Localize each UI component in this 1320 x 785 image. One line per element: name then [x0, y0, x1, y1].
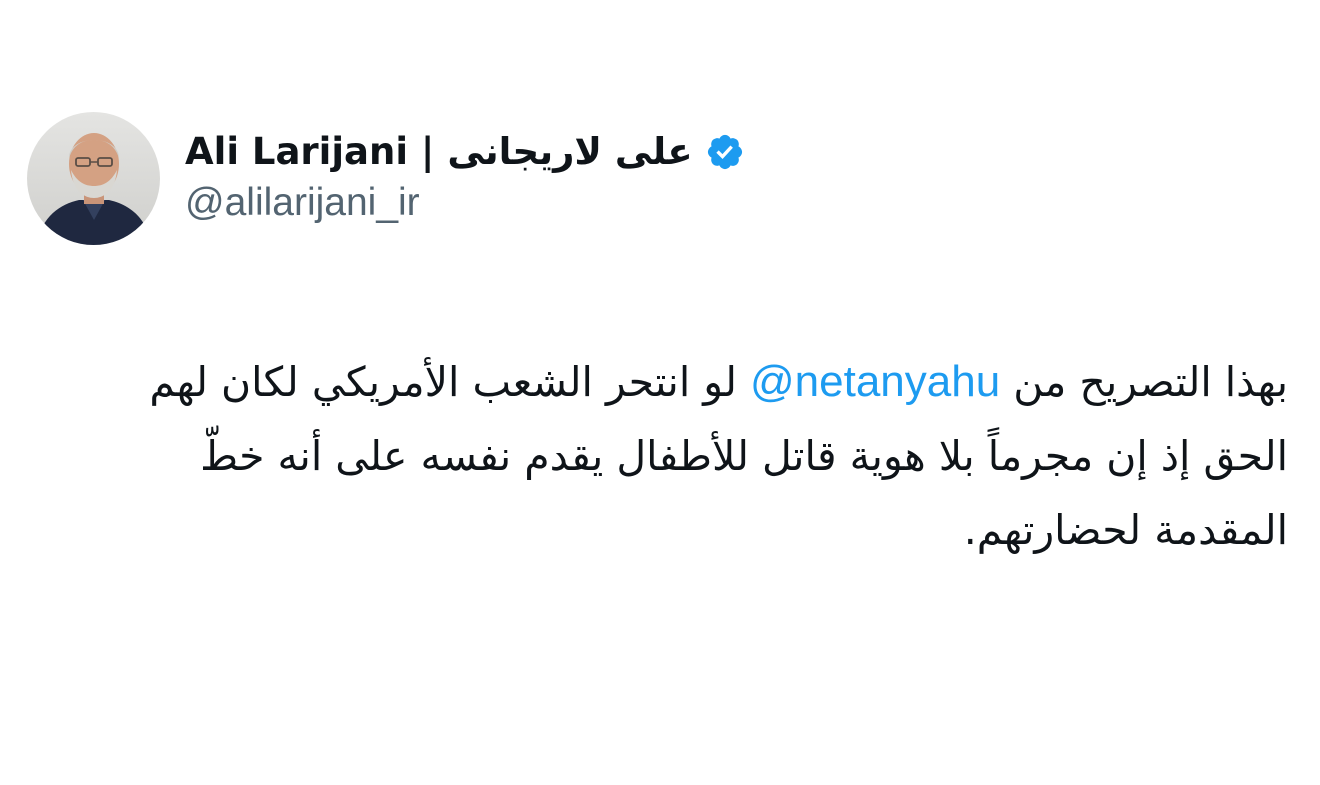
profile-photo-icon — [27, 112, 160, 245]
handle[interactable]: @alilarijani_ir — [185, 178, 745, 228]
mention-link[interactable]: @netanyahu — [750, 357, 1000, 406]
display-name[interactable]: Ali Larijani | على لاريجانى — [185, 128, 693, 176]
tweet-text-before-mention: بهذا التصريح من — [1013, 358, 1288, 406]
tweet-body: بهذا التصريح من @netanyahu لو انتحر الشع… — [73, 345, 1288, 567]
verified-badge-icon — [705, 132, 745, 172]
author-identity: Ali Larijani | على لاريجانى @alilarijani… — [185, 128, 745, 228]
avatar[interactable] — [27, 112, 160, 245]
tweet-header: Ali Larijani | على لاريجانى @alilarijani… — [27, 112, 745, 245]
name-row: Ali Larijani | على لاريجانى — [185, 128, 745, 176]
